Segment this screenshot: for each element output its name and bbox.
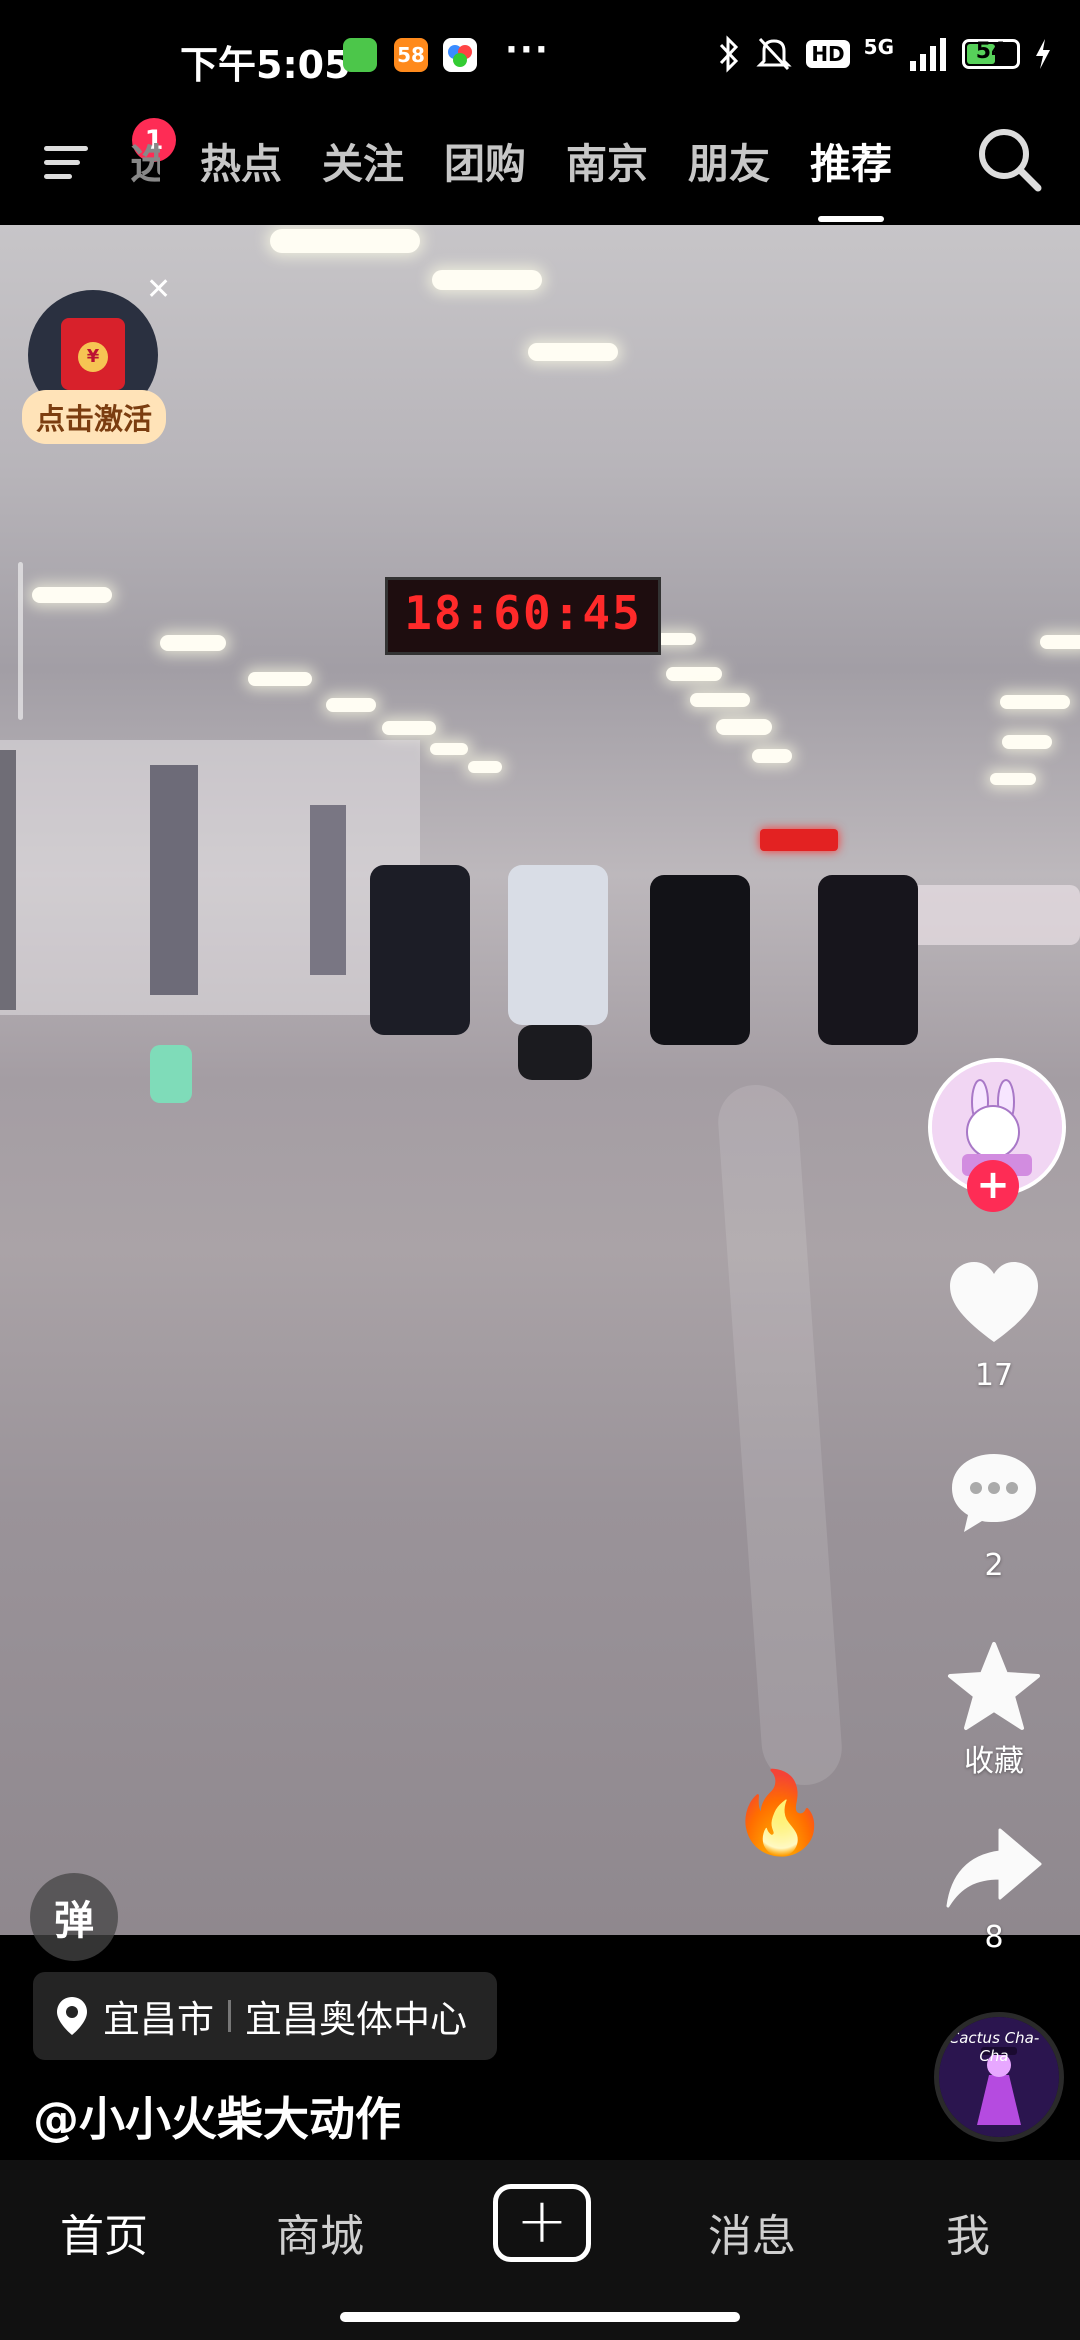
ceiling-light [382,721,436,735]
tab-group-buy[interactable]: 团购 [444,130,526,190]
ceiling-light [690,693,750,707]
fire-effect-icon: 🔥 [730,1766,830,1859]
nav-mall[interactable]: 商城 [240,2200,400,2264]
star-icon [948,1642,1040,1730]
signal-icon [910,38,946,71]
nav-home[interactable]: 首页 [24,2200,184,2264]
ceiling-light [716,719,772,735]
activate-label[interactable]: 点击激活 [22,390,167,444]
follow-button[interactable]: + [967,1160,1019,1212]
scroll-indicator [18,562,23,720]
like-button[interactable] [946,1258,1042,1348]
favorite-label: 收藏 [964,1744,1024,1779]
nav-messages[interactable]: 消息 [672,2200,832,2264]
floor-reflection [715,1085,845,1785]
video-player[interactable]: 18:60:45 [0,225,1080,1935]
location-place: 宜昌奥体中心 [245,1998,467,2041]
window-panel [150,765,198,995]
search-button[interactable] [970,120,1050,200]
ceiling-light [160,635,226,651]
ceiling-light [270,229,420,253]
tab-friends[interactable]: 朋友 [688,130,770,190]
battery-icon: 54 [962,39,1020,69]
tab-nanjing[interactable]: 南京 [566,130,648,190]
tab-hot[interactable]: 热点 [200,130,282,190]
heart-icon [950,1262,1038,1342]
feed-tabs: 选 热点 关注 团购 南京 朋友 推荐 [118,110,912,222]
bottom-nav: 首页 商城 + 消息 我 [0,2160,1080,2340]
person [818,875,918,1045]
exit-sign [760,829,838,851]
wechat-notification-icon [343,38,377,72]
nav-me[interactable]: 我 [888,2200,1048,2264]
comment-count: 2 [984,1548,1004,1583]
status-bar: 下午5:05 58 ··· HD 5G 54 [0,0,1080,120]
tab-recommended[interactable]: 推荐 [810,130,892,222]
author-handle[interactable]: @小小火柴大动作 [33,2083,401,2149]
share-button[interactable] [944,1826,1044,1910]
person [650,875,750,1045]
music-disc[interactable]: Cactus Cha-Cha [934,2012,1064,2142]
top-nav: 1 选 热点 关注 团购 南京 朋友 推荐 [0,110,1080,225]
favorite-button[interactable] [946,1640,1042,1732]
crowd [900,885,1080,945]
menu-button[interactable]: 1 [40,118,176,192]
person [150,1045,192,1103]
close-icon[interactable]: ✕ [146,272,171,307]
ceiling-light [656,633,696,645]
battery-level: 54 [975,39,1007,64]
location-pin-icon [57,1997,87,2035]
tab-following[interactable]: 关注 [322,130,404,190]
coin-icon: ¥ [78,342,108,372]
person [370,865,470,1035]
home-indicator[interactable] [340,2312,740,2322]
ceiling-light [1040,635,1080,649]
network-type: 5G [863,35,894,59]
like-count: 17 [974,1358,1014,1393]
clock: 下午5:05 [180,43,351,87]
menu-icon-line [44,146,88,151]
charging-icon [1036,39,1050,69]
ceiling-light [432,270,542,290]
search-icon [979,129,1042,192]
app-notification-icon [443,38,477,72]
ceiling-light [752,749,792,763]
ceiling-light [1000,695,1070,709]
led-scoreboard: 18:60:45 [385,577,661,655]
menu-icon-line [44,174,72,179]
window-panel [310,805,346,975]
location-separator [228,2000,231,2032]
wall [0,740,420,1015]
share-icon [946,1828,1042,1908]
location-city: 宜昌市 [103,1998,214,2041]
comment-button[interactable] [948,1448,1040,1538]
ceiling-light [528,343,618,361]
mute-bell-icon [756,37,792,71]
person [518,1025,592,1080]
ceiling-light [1002,735,1052,749]
music-cover-text: Cactus Cha-Cha [948,2029,1040,2065]
danmaku-toggle[interactable]: 弹 [30,1873,118,1961]
ceiling-light [430,743,468,755]
ceiling-light [468,761,502,773]
ceiling-light [32,587,112,603]
window-panel [0,750,16,1010]
bluetooth-icon [720,35,739,73]
share-count: 8 [984,1920,1004,1955]
system-indicators: HD 5G 54 [716,34,1052,74]
location-chip[interactable]: 宜昌市 宜昌奥体中心 [33,1972,497,2060]
hd-badge: HD [806,40,850,68]
create-button[interactable]: + [493,2184,591,2262]
more-notifications-icon: ··· [505,30,550,70]
ceiling-light [326,698,376,712]
menu-icon-line [44,160,80,165]
person [508,865,608,1025]
app-58-notification-icon: 58 [394,38,428,72]
tab-partial[interactable]: 选 [130,130,160,190]
ceiling-light [666,667,722,681]
ceiling-light [248,672,312,686]
ceiling-light [990,773,1036,785]
comment-icon [952,1454,1036,1532]
